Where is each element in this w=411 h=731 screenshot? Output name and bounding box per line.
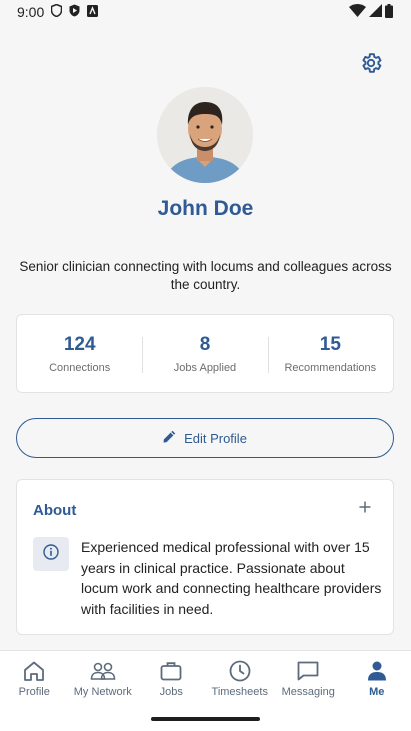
nav-label: Jobs (159, 686, 183, 698)
cellular-icon (369, 4, 382, 20)
wifi-icon (349, 4, 366, 20)
chat-icon (297, 659, 319, 683)
nav-item-messaging[interactable]: Messaging (274, 659, 343, 703)
about-card: About Experienced medical professional w… (16, 479, 394, 635)
stat-value: 8 (199, 333, 211, 355)
battery-icon (385, 3, 393, 21)
people-icon (90, 659, 116, 683)
nav-label: My Network (73, 686, 132, 698)
stat-label: Connections (49, 361, 111, 374)
person-icon (367, 659, 387, 683)
stat-value: 15 (319, 333, 341, 355)
nav-label: Timesheets (211, 686, 268, 698)
home-icon (23, 659, 45, 683)
nav-label: Profile (18, 686, 50, 698)
play-protect-icon (69, 4, 80, 20)
shield-icon (51, 3, 63, 20)
home-indicator[interactable] (151, 717, 260, 721)
nav-item-jobs[interactable]: Jobs (137, 659, 206, 703)
edit-profile-button[interactable]: Edit Profile (16, 418, 394, 458)
add-about-button[interactable] (356, 500, 374, 518)
avatar[interactable] (157, 87, 253, 183)
plus-icon (359, 500, 371, 518)
nav-label: Me (369, 686, 385, 698)
bottom-navigation: Profile My Network Jobs Timesheets Messa… (0, 650, 411, 731)
user-name: John Doe (157, 197, 254, 220)
status-right (349, 3, 393, 21)
sim-icon (87, 4, 99, 20)
user-bio: Senior clinician connecting with locums … (19, 259, 392, 292)
info-badge (33, 537, 69, 571)
about-text: Experienced medical professional with ov… (81, 539, 382, 618)
nav-item-profile[interactable]: Profile (0, 659, 69, 703)
clock-icon (229, 659, 251, 683)
stat-connections[interactable]: 124 Connections (17, 315, 142, 392)
stats-card: 124 Connections 8 Jobs Applied 15 Recomm… (16, 314, 394, 393)
status-left: 9:00 (17, 3, 99, 20)
status-bar: 9:00 (0, 0, 411, 24)
stat-value: 124 (63, 333, 96, 355)
about-title: About (33, 502, 77, 519)
stat-recommendations[interactable]: 15 Recommendations (267, 315, 393, 392)
stat-label: Recommendations (284, 361, 377, 374)
edit-profile-label: Edit Profile (184, 430, 247, 446)
stat-jobs-applied[interactable]: 8 Jobs Applied (142, 315, 267, 392)
settings-button[interactable] (357, 51, 385, 79)
nav-item-my-network[interactable]: My Network (69, 659, 138, 703)
stat-label: Jobs Applied (173, 361, 237, 374)
info-icon (43, 543, 59, 565)
nav-item-me[interactable]: Me (343, 659, 411, 703)
gear-icon (359, 51, 383, 80)
briefcase-icon (160, 659, 182, 683)
status-time: 9:00 (17, 4, 45, 20)
avatar-image (157, 87, 253, 183)
nav-item-timesheets[interactable]: Timesheets (206, 659, 275, 703)
nav-label: Messaging (281, 686, 335, 698)
pencil-icon (163, 430, 176, 446)
